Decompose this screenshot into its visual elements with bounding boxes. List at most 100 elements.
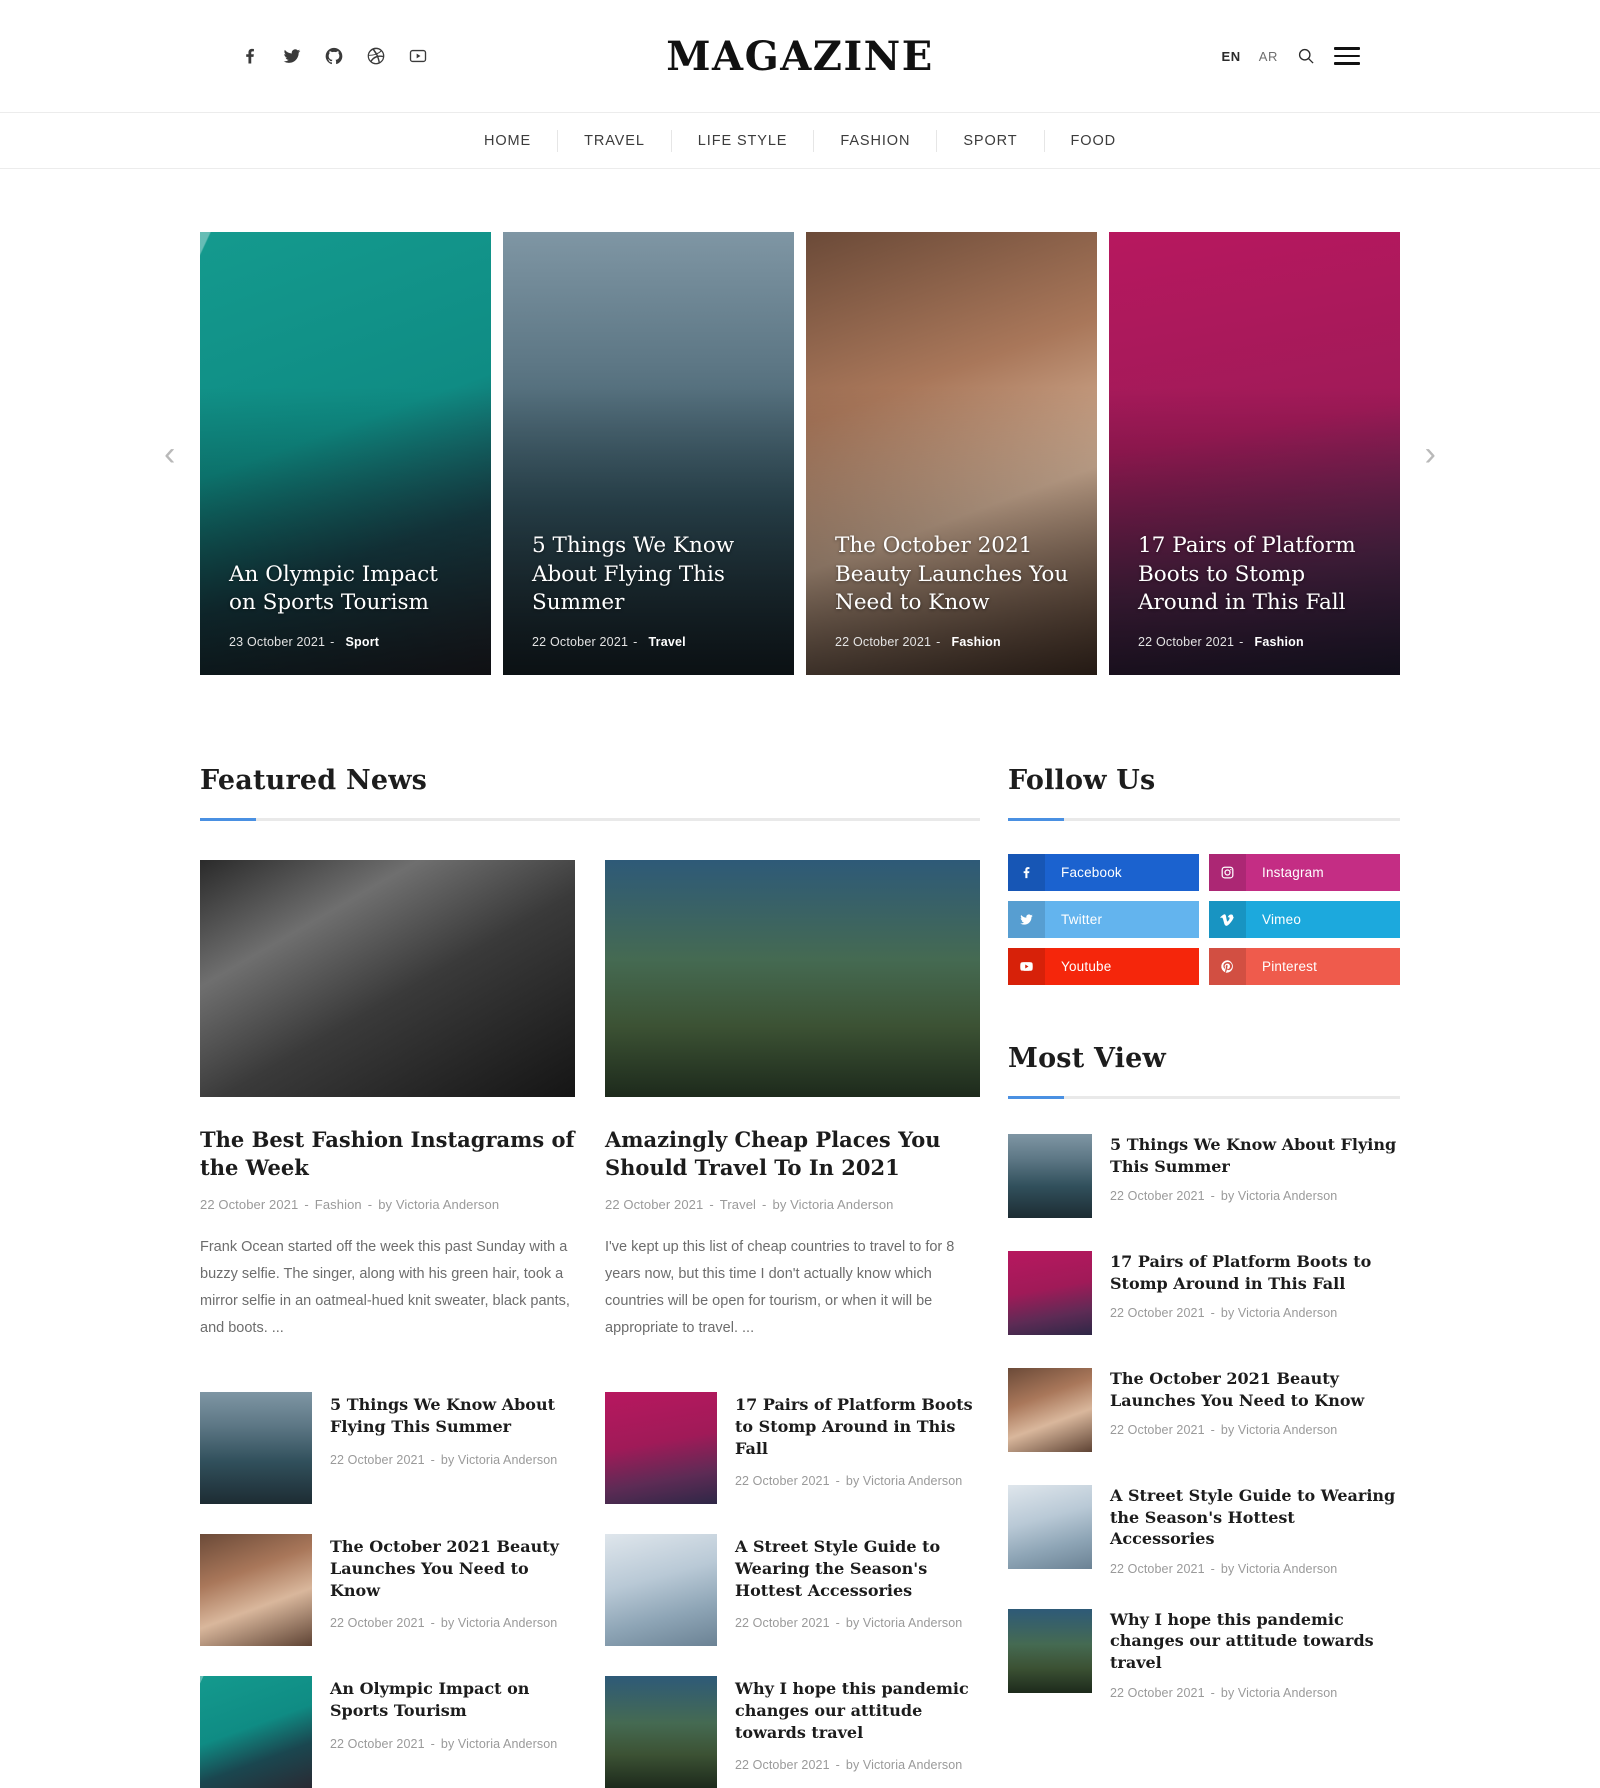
article-category[interactable]: Travel [720, 1197, 756, 1212]
meta-dash: - [835, 1758, 840, 1773]
list-item-title[interactable]: An Olympic Impact on Sports Tourism [330, 1678, 575, 1722]
list-item-title[interactable]: 17 Pairs of Platform Boots to Stomp Arou… [735, 1394, 980, 1460]
follow-button-twitter[interactable]: Twitter [1008, 901, 1199, 938]
featured-news-heading: Featured News [200, 765, 428, 796]
list-item-title[interactable]: A Street Style Guide to Wearing the Seas… [735, 1536, 980, 1602]
list-item-meta: 22 October 2021- by Victoria Anderson [330, 1613, 575, 1633]
article-author[interactable]: by Victoria Anderson [441, 1616, 557, 1630]
article-date: 22 October 2021 [330, 1616, 425, 1631]
follow-us-heading: Follow Us [1008, 765, 1156, 796]
article-date: 22 October 2021 [1110, 1685, 1205, 1700]
nav-link-home[interactable]: HOME [458, 130, 557, 152]
nav-link-sport[interactable]: SPORT [936, 129, 1043, 152]
search-icon[interactable] [1296, 46, 1316, 66]
most-view-item: 17 Pairs of Platform Boots to Stomp Arou… [1008, 1251, 1400, 1335]
carousel-prev-arrow[interactable]: ‹ [164, 437, 175, 471]
list-item-image[interactable] [605, 1391, 717, 1504]
article-author[interactable]: by Victoria Anderson [772, 1197, 893, 1212]
nav-item: SPORT [936, 129, 1043, 152]
slide-category[interactable]: Travel [649, 635, 686, 649]
nav-link-fashion[interactable]: FASHION [813, 129, 936, 152]
article-date: 22 October 2021 [1110, 1189, 1205, 1204]
slide-meta-dash: - [936, 635, 941, 649]
list-item-image[interactable] [200, 1391, 312, 1504]
featured-card-image[interactable] [200, 860, 575, 1097]
follow-button-youtube[interactable]: Youtube [1008, 948, 1199, 985]
list-item-image[interactable] [200, 1675, 312, 1788]
slide-title[interactable]: The October 2021 Beauty Launches You Nee… [835, 532, 1075, 618]
most-view-item-image[interactable] [1008, 1134, 1092, 1218]
list-item-meta: 22 October 2021- by Victoria Anderson [735, 1471, 980, 1491]
article-author[interactable]: by Victoria Anderson [378, 1197, 499, 1212]
article-date: 22 October 2021 [330, 1452, 425, 1467]
article-author[interactable]: by Victoria Anderson [846, 1616, 962, 1630]
twitter-icon[interactable] [282, 46, 302, 66]
slide-category[interactable]: Sport [346, 635, 380, 649]
carousel-slide[interactable]: 5 Things We Know About Flying This Summe… [503, 232, 794, 675]
most-view-item-image[interactable] [1008, 1251, 1092, 1335]
dribbble-icon[interactable] [366, 46, 386, 66]
article-author[interactable]: by Victoria Anderson [1221, 1686, 1337, 1700]
list-item-image[interactable] [200, 1533, 312, 1646]
lang-en-button[interactable]: EN [1221, 49, 1240, 64]
slide-title[interactable]: An Olympic Impact on Sports Tourism [229, 561, 469, 618]
list-item: A Street Style Guide to Wearing the Seas… [605, 1533, 980, 1646]
nav-link-food[interactable]: FOOD [1043, 129, 1143, 152]
lang-ar-button[interactable]: AR [1259, 49, 1278, 64]
list-item-image[interactable] [605, 1675, 717, 1788]
most-view-item-title[interactable]: A Street Style Guide to Wearing the Seas… [1110, 1485, 1400, 1550]
nav-link-life-style[interactable]: LIFE STYLE [670, 129, 814, 152]
list-item-title[interactable]: The October 2021 Beauty Launches You Nee… [330, 1536, 575, 1602]
article-author[interactable]: by Victoria Anderson [441, 1737, 557, 1751]
slide-title[interactable]: 17 Pairs of Platform Boots to Stomp Arou… [1138, 532, 1378, 618]
article-author[interactable]: by Victoria Anderson [1221, 1189, 1337, 1203]
follow-button-instagram[interactable]: Instagram [1209, 854, 1400, 891]
most-view-item-title[interactable]: 17 Pairs of Platform Boots to Stomp Arou… [1110, 1251, 1400, 1294]
article-author[interactable]: by Victoria Anderson [846, 1758, 962, 1772]
featured-card-title[interactable]: Amazingly Cheap Places You Should Travel… [605, 1126, 980, 1182]
follow-button-facebook[interactable]: Facebook [1008, 854, 1199, 891]
featured-card-title[interactable]: The Best Fashion Instagrams of the Week [200, 1126, 575, 1182]
slide-category[interactable]: Fashion [1255, 635, 1304, 649]
slide-category[interactable]: Fashion [952, 635, 1001, 649]
meta-dash: - [709, 1196, 714, 1212]
article-author[interactable]: by Victoria Anderson [846, 1474, 962, 1488]
most-view-item-title[interactable]: 5 Things We Know About Flying This Summe… [1110, 1134, 1400, 1177]
list-item-title[interactable]: Why I hope this pandemic changes our att… [735, 1678, 980, 1744]
article-date: 22 October 2021 [330, 1736, 425, 1751]
article-author[interactable]: by Victoria Anderson [1221, 1306, 1337, 1320]
menu-icon[interactable] [1334, 47, 1360, 65]
nav-link-travel[interactable]: TRAVEL [557, 129, 671, 152]
carousel-next-arrow[interactable]: › [1425, 437, 1436, 471]
slide-caption: The October 2021 Beauty Launches You Nee… [835, 532, 1075, 649]
slide-title[interactable]: 5 Things We Know About Flying This Summe… [532, 532, 772, 618]
carousel-slide[interactable]: An Olympic Impact on Sports Tourism 23 Oc… [200, 232, 491, 675]
carousel-slide[interactable]: 17 Pairs of Platform Boots to Stomp Arou… [1109, 232, 1400, 675]
article-author[interactable]: by Victoria Anderson [441, 1453, 557, 1467]
follow-button-pinterest[interactable]: Pinterest [1209, 948, 1400, 985]
site-brand-title[interactable]: MAGAZINE [666, 33, 933, 80]
most-view-item-image[interactable] [1008, 1485, 1092, 1569]
most-view-item-image[interactable] [1008, 1608, 1092, 1693]
youtube-icon[interactable] [408, 46, 428, 66]
featured-card-excerpt: Frank Ocean started off the week this pa… [200, 1238, 570, 1336]
most-view-item-meta: 22 October 2021- by Victoria Anderson [1110, 1306, 1400, 1320]
carousel-slide[interactable]: The October 2021 Beauty Launches You Nee… [806, 232, 1097, 675]
youtube-icon [1008, 948, 1045, 985]
featured-card-image[interactable] [605, 860, 980, 1097]
article-author[interactable]: by Victoria Anderson [1221, 1423, 1337, 1437]
article-date: 22 October 2021 [1110, 1561, 1205, 1576]
most-view-item-title[interactable]: Why I hope this pandemic changes our att… [1110, 1609, 1400, 1674]
facebook-icon[interactable] [240, 46, 260, 66]
most-view-item-title[interactable]: The October 2021 Beauty Launches You Nee… [1110, 1368, 1400, 1411]
article-author[interactable]: by Victoria Anderson [1221, 1562, 1337, 1576]
featured-card-meta: 22 October 2021- Travel - by Victoria Ander… [605, 1197, 980, 1212]
github-icon[interactable] [324, 46, 344, 66]
nav-item: FOOD [1043, 129, 1143, 152]
article-category[interactable]: Fashion [315, 1197, 362, 1212]
list-item-image[interactable] [605, 1533, 717, 1646]
list-item-title[interactable]: 5 Things We Know About Flying This Summe… [330, 1394, 575, 1438]
most-view-item-image[interactable] [1008, 1368, 1092, 1452]
follow-button-vimeo[interactable]: Vimeo [1209, 901, 1400, 938]
follow-button-label: Youtube [1061, 959, 1112, 974]
